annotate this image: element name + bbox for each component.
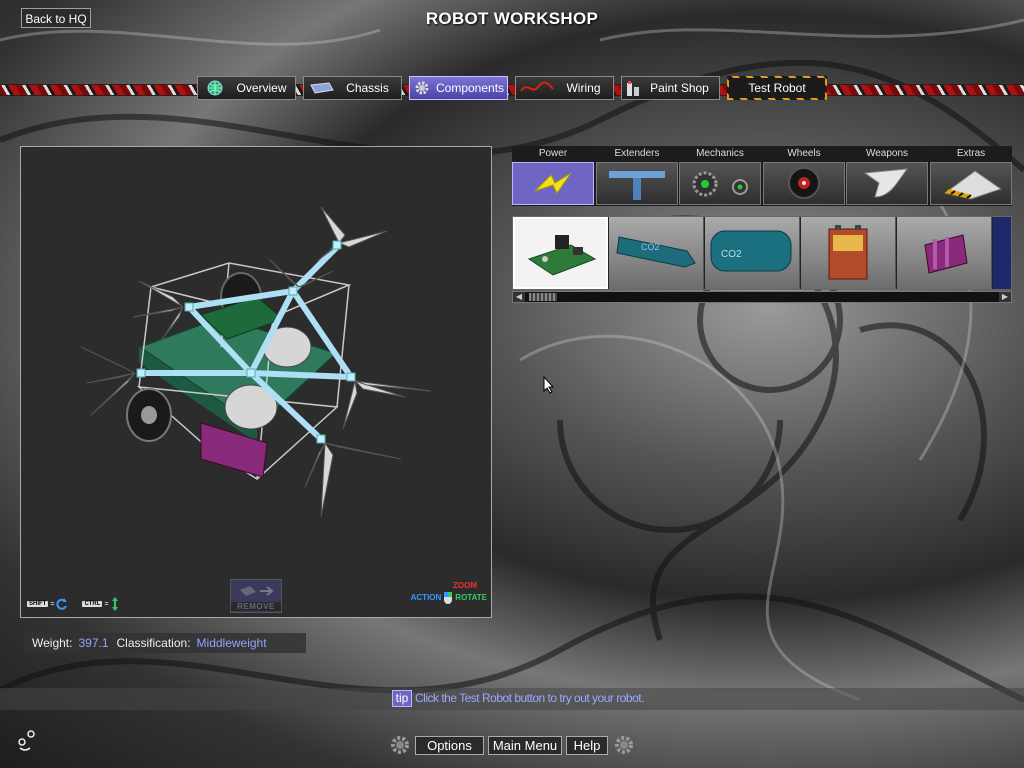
page-title: ROBOT WORKSHOP [425, 9, 599, 28]
vertical-move-icon [111, 597, 118, 611]
chassis-icon [308, 79, 334, 97]
blade-icon [846, 162, 928, 205]
tab-components[interactable]: Components [409, 76, 508, 100]
scroll-left-arrow-icon[interactable]: ◀ [513, 292, 525, 302]
tab-chassis[interactable]: Chassis [303, 76, 402, 100]
paint-can-icon [626, 79, 640, 97]
category-weapons[interactable]: Weapons [846, 146, 928, 206]
category-label: Weapons [865, 148, 909, 159]
category-wheels[interactable]: Wheels [763, 146, 845, 206]
tab-label: Test Robot [748, 81, 806, 95]
part-battery-box[interactable] [801, 217, 896, 289]
main-menu-button[interactable]: Main Menu [488, 736, 562, 755]
category-label: Extras [956, 148, 986, 159]
remove-button[interactable]: REMOVE [230, 579, 282, 613]
tab-label: Overview [236, 81, 287, 95]
robot-3d-viewport[interactable]: SHIFT = CTRL = REMOVE ZOOM ACTION ROTATE [20, 146, 492, 618]
rotate-icon [56, 598, 68, 610]
gear-icon [615, 736, 633, 754]
lightning-icon [512, 162, 594, 205]
extender-icon [596, 162, 678, 205]
remove-label: REMOVE [231, 602, 281, 611]
wire-icon [520, 79, 554, 97]
globe-icon [202, 79, 228, 97]
weight-value: 397.1 [78, 636, 109, 650]
tab-label: Paint Shop [650, 81, 709, 95]
tab-label: Chassis [346, 81, 389, 95]
gear-icon [414, 79, 430, 97]
part-co2-tank-large[interactable]: CO2 [705, 217, 800, 289]
bottom-bar: Options Main Menu Help [0, 734, 1024, 758]
part-next-partial[interactable] [993, 217, 1011, 289]
category-label: Wheels [787, 148, 821, 159]
category-label: Power [538, 148, 568, 159]
remove-part-icon [240, 586, 274, 596]
tab-label: Wiring [566, 81, 601, 95]
mouse-icon [444, 592, 453, 604]
options-button[interactable]: Options [415, 736, 484, 755]
component-category-bar: Power Extenders Mechanics Wheels Weapons… [512, 146, 1012, 206]
category-mechanics[interactable]: Mechanics [679, 146, 761, 206]
classification-value: Middleweight [196, 636, 267, 650]
category-extenders[interactable]: Extenders [596, 146, 678, 206]
tab-label: Components [436, 81, 505, 95]
part-co2-tank-small[interactable]: CO2 [609, 217, 704, 289]
action-hint-label: ACTION [410, 593, 442, 602]
category-label: Extenders [614, 148, 660, 159]
camera-hint-keys: SHIFT = CTRL = [27, 597, 119, 611]
rope-decoration [0, 84, 1024, 96]
cursor-icon [543, 376, 555, 394]
part-circuit-board[interactable] [513, 217, 608, 289]
mouse-control-hint: ZOOM ACTION ROTATE [411, 581, 487, 605]
co2-label: CO2 [641, 242, 660, 252]
parts-carousel: CO2 CO2 [512, 216, 1012, 290]
parts-scrollbar[interactable]: ◀ ▶ [512, 291, 1012, 303]
gear-icon [391, 736, 409, 754]
tab-strip: Overview Chassis Components Wiring Paint… [0, 76, 1024, 102]
tip-badge: tip [392, 690, 412, 707]
tip-bar: tip Click the Test Robot button to try o… [0, 688, 1024, 710]
top-bar: Back to HQ ROBOT WORKSHOP [0, 0, 1024, 40]
ctrl-key-label: CTRL [82, 601, 103, 607]
co2-label: CO2 [721, 249, 742, 260]
scroll-thumb[interactable] [529, 293, 557, 301]
tab-paint-shop[interactable]: Paint Shop [621, 76, 720, 100]
chain-icon [679, 162, 761, 205]
robot-model[interactable] [21, 147, 491, 587]
rotate-hint-label: ROTATE [455, 593, 487, 602]
category-extras[interactable]: Extras [930, 146, 1012, 206]
category-power[interactable]: Power [512, 146, 594, 206]
tip-text: Click the Test Robot button to try out y… [415, 691, 644, 705]
classification-label: Classification: [116, 636, 191, 650]
tab-overview[interactable]: Overview [197, 76, 296, 100]
part-battery-pack[interactable] [897, 217, 992, 289]
zoom-hint-label: ZOOM [453, 581, 477, 590]
wheel-icon [763, 162, 845, 205]
category-label: Mechanics [696, 148, 744, 159]
robot-stats: Weight: 397.1 Classification: Middleweight [24, 633, 306, 653]
wedge-icon [930, 162, 1012, 205]
tab-wiring[interactable]: Wiring [515, 76, 614, 100]
weight-label: Weight: [32, 636, 73, 650]
scroll-right-arrow-icon[interactable]: ▶ [999, 292, 1011, 302]
test-robot-button[interactable]: Test Robot [727, 76, 827, 100]
help-button[interactable]: Help [566, 736, 608, 755]
shift-key-label: SHIFT [27, 601, 49, 607]
